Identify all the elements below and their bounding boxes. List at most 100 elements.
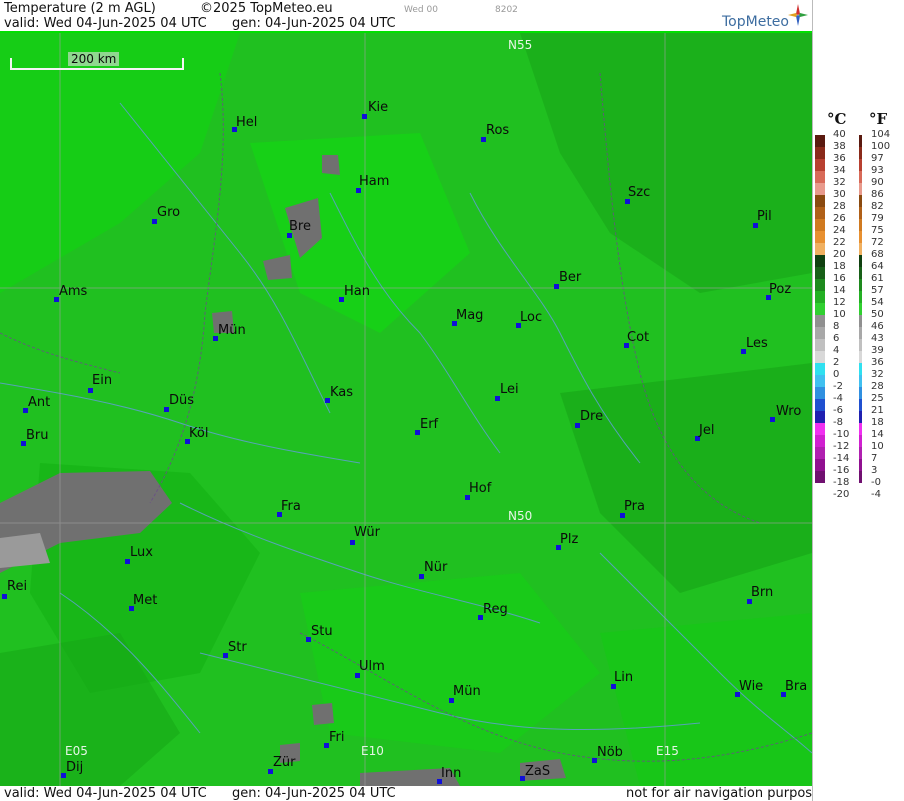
legend-celsius-label: -4: [833, 393, 843, 404]
legend-fahrenheit-label: 75: [871, 225, 884, 236]
topmeteo-logo: TopMeteo: [722, 14, 789, 30]
legend-celsius-label: 34: [833, 165, 846, 176]
legend-fahrenheit-label: 86: [871, 189, 884, 200]
legend-swatch: [815, 435, 825, 447]
legend-celsius-label: 6: [833, 333, 840, 344]
city-label: Cot: [627, 330, 650, 345]
legend-celsius-label: 28: [833, 201, 846, 212]
legend-swatch: [859, 387, 862, 399]
legend-fahrenheit-label: 97: [871, 153, 884, 164]
city-label: Fra: [281, 499, 301, 514]
footer-bar: valid: Wed 04-Jun-2025 04 UTC gen: 04-Ju…: [0, 786, 827, 801]
city-label: Kie: [368, 100, 389, 115]
legend-swatch: [859, 243, 862, 255]
temperature-map[interactable]: 200 km N55 N50 E05 E10 E15 Hel Kie Ros H…: [0, 33, 812, 786]
legend-swatch: [859, 267, 862, 279]
city-label: Nöb: [597, 745, 623, 760]
legend-fahrenheit-label: 28: [871, 381, 884, 392]
legend-swatch: [859, 303, 862, 315]
legend-swatch: [859, 315, 862, 327]
legend-fahrenheit-label: 3: [871, 465, 878, 476]
legend-celsius-label: 36: [833, 153, 846, 164]
legend-swatch: [815, 279, 825, 291]
legend-celsius-label: 38: [833, 141, 846, 152]
legend-swatch: [815, 459, 825, 471]
city-label: Han: [344, 284, 370, 299]
city-label: Ber: [559, 270, 582, 285]
city-label: Wie: [739, 679, 764, 694]
legend-fahrenheit-label: 79: [871, 213, 884, 224]
city-label: Nür: [424, 560, 448, 575]
legend-fahrenheit-label: 61: [871, 273, 884, 284]
city-label: Dre: [580, 409, 604, 424]
legend-swatch: [859, 159, 862, 171]
legend-swatch: [859, 171, 862, 183]
legend-fahrenheit-label: 82: [871, 201, 884, 212]
city-label: Inn: [441, 766, 462, 781]
legend-celsius-label: 18: [833, 261, 846, 272]
legend-swatch: [815, 303, 825, 315]
city-marker: [770, 417, 775, 422]
city-label: Bra: [785, 679, 808, 694]
run-label: Wed 00: [404, 5, 438, 15]
legend-swatch: [859, 339, 862, 351]
city-label: Str: [228, 640, 247, 655]
legend-celsius-label: -12: [833, 441, 850, 452]
lon-label-e10: E10: [361, 744, 384, 758]
city-label: Hel: [236, 115, 258, 130]
legend-fahrenheit-label: 54: [871, 297, 884, 308]
city-label: Ein: [92, 373, 113, 388]
legend-swatch: [815, 291, 825, 303]
legend-fahrenheit-label: 21: [871, 405, 884, 416]
legend-celsius-label: 30: [833, 189, 846, 200]
city-label: Lux: [130, 545, 153, 560]
legend-swatch: [815, 471, 825, 483]
legend-swatch: [815, 183, 825, 195]
city-label: Bre: [289, 219, 311, 234]
legend-fahrenheit-label: -4: [871, 489, 881, 500]
legend-swatch: [859, 291, 862, 303]
legend-fahrenheit-label: 93: [871, 165, 884, 176]
scale-label: 200 km: [68, 52, 120, 66]
legend-fahrenheit-label: 32: [871, 369, 884, 380]
legend-fahrenheit-label: -0: [871, 477, 881, 488]
legend-swatch: [859, 459, 862, 471]
legend-fahrenheit-label: 46: [871, 321, 884, 332]
legend-swatch: [859, 363, 862, 375]
legend-swatch: [859, 471, 862, 483]
map-title: Temperature (2 m AGL): [4, 1, 156, 16]
lat-label-n55: N55: [508, 38, 533, 52]
legend-celsius-label: -8: [833, 417, 843, 428]
legend-fahrenheit-label: 57: [871, 285, 884, 296]
city-marker: [362, 114, 367, 119]
city-label: Ham: [359, 174, 390, 189]
footer-valid-time: valid: Wed 04-Jun-2025 04 UTC: [4, 786, 207, 801]
city-label: Poz: [769, 282, 792, 297]
legend-swatch: [815, 147, 825, 159]
legend-celsius-label: 2: [833, 357, 840, 368]
city-label: Wro: [776, 404, 802, 419]
generated-time: gen: 04-Jun-2025 04 UTC: [232, 16, 396, 31]
legend-celsius-label: -2: [833, 381, 843, 392]
city-label: Mün: [218, 323, 246, 338]
city-label: Fri: [329, 730, 345, 745]
legend-swatch: [859, 435, 862, 447]
legend-celsius-label: 8: [833, 321, 840, 332]
legend-celsius-label: 40: [833, 129, 846, 140]
legend-fahrenheit-label: 43: [871, 333, 884, 344]
legend-fahrenheit-label: 36: [871, 357, 884, 368]
color-legend: °C °F 40 38 36 34 32 30 28 26 24 22 20 18 16 14 12 10 8 6…: [812, 0, 904, 801]
legend-celsius-label: 22: [833, 237, 846, 248]
city-label: Plz: [560, 532, 579, 547]
city-label: Gro: [157, 205, 181, 220]
city-label: ZaS: [525, 764, 551, 779]
city-label: Rei: [7, 579, 28, 594]
city-label: Mün: [453, 684, 481, 699]
lon-label-e15: E15: [656, 744, 679, 758]
legend-swatch: [815, 219, 825, 231]
city-label: Reg: [483, 602, 508, 617]
legend-swatch: [859, 231, 862, 243]
legend-swatch: [815, 207, 825, 219]
legend-celsius-label: 4: [833, 345, 840, 356]
legend-swatch: [859, 255, 862, 267]
